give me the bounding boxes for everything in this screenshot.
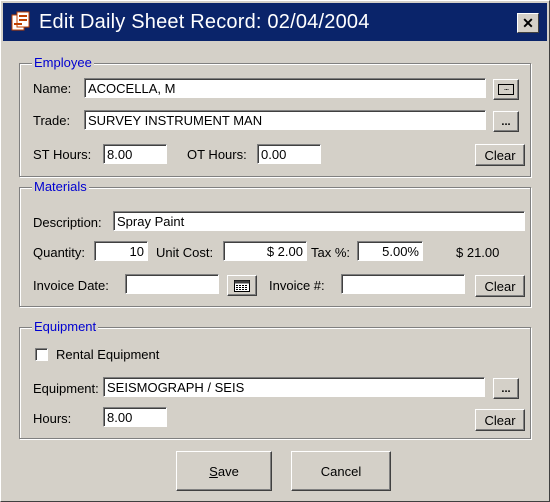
description-label: Description: xyxy=(33,215,102,230)
lookup-icon: ... xyxy=(498,83,514,95)
invoice-date-field[interactable] xyxy=(125,274,219,294)
ot-hours-label: OT Hours: xyxy=(187,147,247,162)
tax-field[interactable]: 5.00% xyxy=(357,241,423,261)
materials-legend: Materials xyxy=(32,179,89,194)
title-bar[interactable]: Edit Daily Sheet Record: 02/04/2004 ✕ xyxy=(3,3,547,41)
close-button[interactable]: ✕ xyxy=(517,13,539,33)
save-label: ave xyxy=(217,463,239,479)
unit-cost-label: Unit Cost: xyxy=(156,245,214,260)
trade-field[interactable]: SURVEY INSTRUMENT MAN xyxy=(84,110,486,130)
materials-total: $ 21.00 xyxy=(456,245,500,260)
quantity-label: Quantity: xyxy=(33,245,86,260)
ot-hours-field[interactable]: 0.00 xyxy=(257,144,321,164)
calendar-icon xyxy=(234,279,250,292)
trade-browse-button[interactable]: ... xyxy=(493,111,519,132)
edit-daily-sheet-dialog: Edit Daily Sheet Record: 02/04/2004 ✕ Em… xyxy=(0,0,550,502)
tax-label: Tax %: xyxy=(311,245,351,260)
name-field[interactable]: ACOCELLA, M xyxy=(84,78,486,98)
calendar-button[interactable] xyxy=(227,275,257,296)
save-button[interactable]: Save xyxy=(176,451,272,491)
equipment-label: Equipment: xyxy=(33,381,99,396)
employee-clear-button[interactable]: Clear xyxy=(475,144,525,166)
rental-equipment-checkbox[interactable] xyxy=(35,348,48,361)
equipment-legend: Equipment xyxy=(32,319,99,334)
quantity-field[interactable]: 10 xyxy=(94,241,148,261)
hours-label: Hours: xyxy=(33,411,72,426)
rental-equipment-label[interactable]: Rental Equipment xyxy=(56,347,159,362)
equipment-field[interactable]: SEISMOGRAPH / SEIS xyxy=(103,377,485,397)
invoice-number-label: Invoice #: xyxy=(269,278,325,293)
employee-legend: Employee xyxy=(32,55,94,70)
close-icon: ✕ xyxy=(522,14,534,31)
save-accelerator: S xyxy=(209,463,218,479)
app-icon xyxy=(11,11,31,33)
trade-label: Trade: xyxy=(33,113,71,128)
materials-clear-button[interactable]: Clear xyxy=(475,275,525,297)
cancel-button[interactable]: Cancel xyxy=(291,451,391,491)
st-hours-label: ST Hours: xyxy=(33,147,92,162)
name-label: Name: xyxy=(33,81,72,96)
hours-field[interactable]: 8.00 xyxy=(103,407,167,427)
name-lookup-button[interactable]: ... xyxy=(493,79,519,100)
st-hours-field[interactable]: 8.00 xyxy=(103,144,167,164)
invoice-number-field[interactable] xyxy=(341,274,465,294)
window-title: Edit Daily Sheet Record: 02/04/2004 xyxy=(39,10,370,33)
description-field[interactable]: Spray Paint xyxy=(113,211,525,231)
unit-cost-field[interactable]: $ 2.00 xyxy=(223,241,307,261)
equipment-clear-button[interactable]: Clear xyxy=(475,409,525,431)
invoice-date-label: Invoice Date: xyxy=(33,278,109,293)
equipment-browse-button[interactable]: ... xyxy=(493,378,519,399)
